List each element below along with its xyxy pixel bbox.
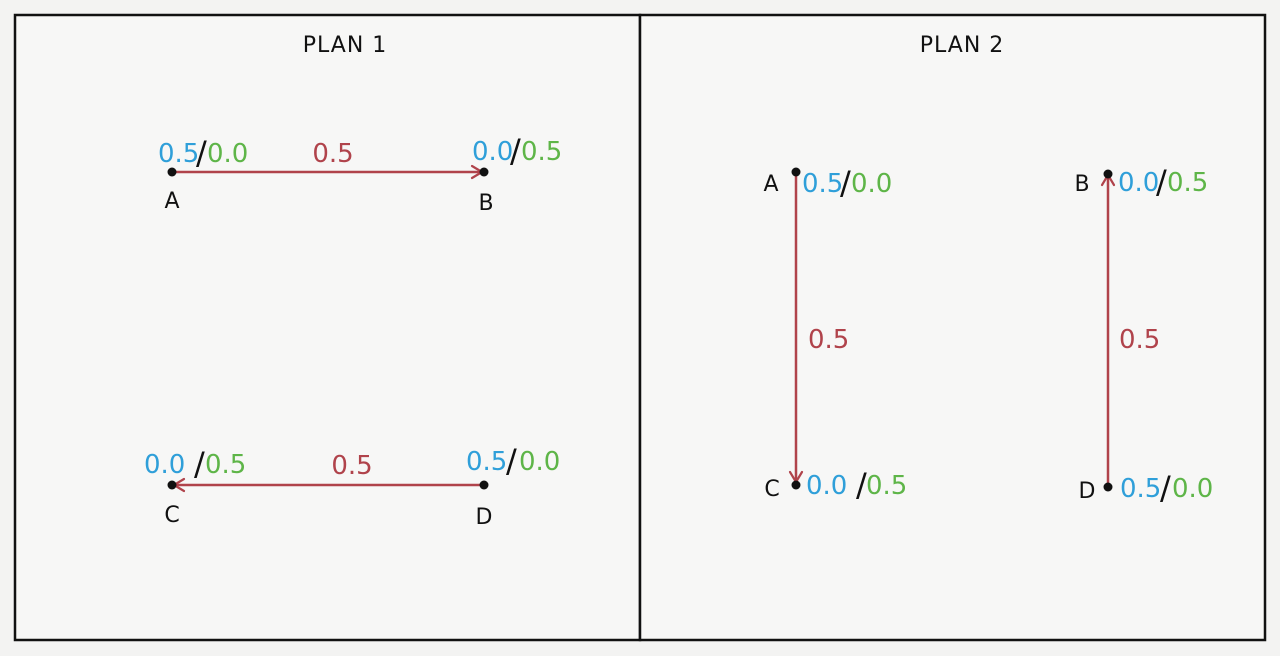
- plan-2-node-c-values: 0.0 / 0.5: [806, 466, 907, 504]
- plan-2-node-b-values: 0.0 / 0.5: [1118, 163, 1208, 201]
- plan-2-node-d-label: D: [1079, 479, 1096, 504]
- plan-1-node-d-values: 0.5 / 0.0: [466, 442, 560, 480]
- plan-2-node-b-label: B: [1074, 172, 1089, 197]
- value-green: 0.5: [521, 137, 562, 167]
- plan-2-node-c-dot: [791, 480, 801, 490]
- plan-1-node-d-label: D: [476, 505, 493, 530]
- value-slash: /: [194, 445, 205, 483]
- panel-plan-1-frame: [13, 13, 642, 642]
- plan-1-node-b-values: 0.0 / 0.5: [472, 132, 562, 170]
- value-green: 0.0: [1172, 474, 1213, 504]
- plan-2-node-d-dot: [1103, 482, 1113, 492]
- value-blue: 0.5: [158, 139, 199, 169]
- value-slash: /: [1156, 163, 1167, 201]
- value-green: 0.0: [207, 139, 248, 169]
- plan-1-node-c-dot: [167, 480, 177, 490]
- plan-1-node-c-label: C: [164, 503, 179, 528]
- plan-1-edge-a-b-label: 0.5: [312, 139, 353, 169]
- plan-2-node-c-label: C: [764, 477, 779, 502]
- plan-2-node-a-dot: [791, 167, 801, 177]
- plan-1-node-b-dot: [479, 167, 489, 177]
- plan-2-node-a-label: A: [763, 172, 778, 197]
- plan-2-edge-a-c-label: 0.5: [808, 325, 849, 355]
- plan-1-node-b-label: B: [478, 191, 493, 216]
- value-green: 0.0: [519, 447, 560, 477]
- value-slash: /: [840, 164, 851, 202]
- plan-1-node-d-dot: [479, 480, 489, 490]
- plan-2-edge-d-b-label: 0.5: [1119, 325, 1160, 355]
- value-blue: 0.0: [1118, 168, 1159, 198]
- value-blue: 0.5: [802, 169, 843, 199]
- plan-2-node-d-values: 0.5 / 0.0: [1120, 469, 1213, 507]
- value-slash: /: [196, 134, 207, 172]
- value-slash: /: [506, 442, 517, 480]
- value-blue: 0.5: [1120, 474, 1161, 504]
- value-blue: 0.0: [472, 137, 513, 167]
- panel-plan-2-title: PLAN 2: [920, 33, 1005, 58]
- value-slash: /: [510, 132, 521, 170]
- value-green: 0.5: [1167, 168, 1208, 198]
- value-blue: 0.5: [466, 447, 507, 477]
- value-slash: /: [1160, 469, 1171, 507]
- plan-1-node-a-values: 0.5 / 0.0: [158, 134, 248, 172]
- value-blue: 0.0: [144, 450, 185, 480]
- value-green: 0.5: [205, 450, 246, 480]
- plan-2-node-b-dot: [1103, 169, 1113, 179]
- value-green: 0.0: [851, 169, 892, 199]
- value-blue: 0.0: [806, 471, 847, 501]
- value-green: 0.5: [866, 471, 907, 501]
- plan-2-node-a-values: 0.5 / 0.0: [802, 164, 892, 202]
- plan-1-node-a-label: A: [164, 189, 179, 214]
- plans-diagram: PLAN 1 PLAN 2 0.5 0.5 A 0.5 / 0.0 B 0.0 …: [13, 13, 1267, 642]
- plan-1-edge-d-c-label: 0.5: [331, 451, 372, 481]
- panel-plan-1-title: PLAN 1: [303, 33, 388, 58]
- plan-1-node-c-values: 0.0 / 0.5: [144, 445, 246, 483]
- panel-plan-2-frame: [638, 13, 1267, 642]
